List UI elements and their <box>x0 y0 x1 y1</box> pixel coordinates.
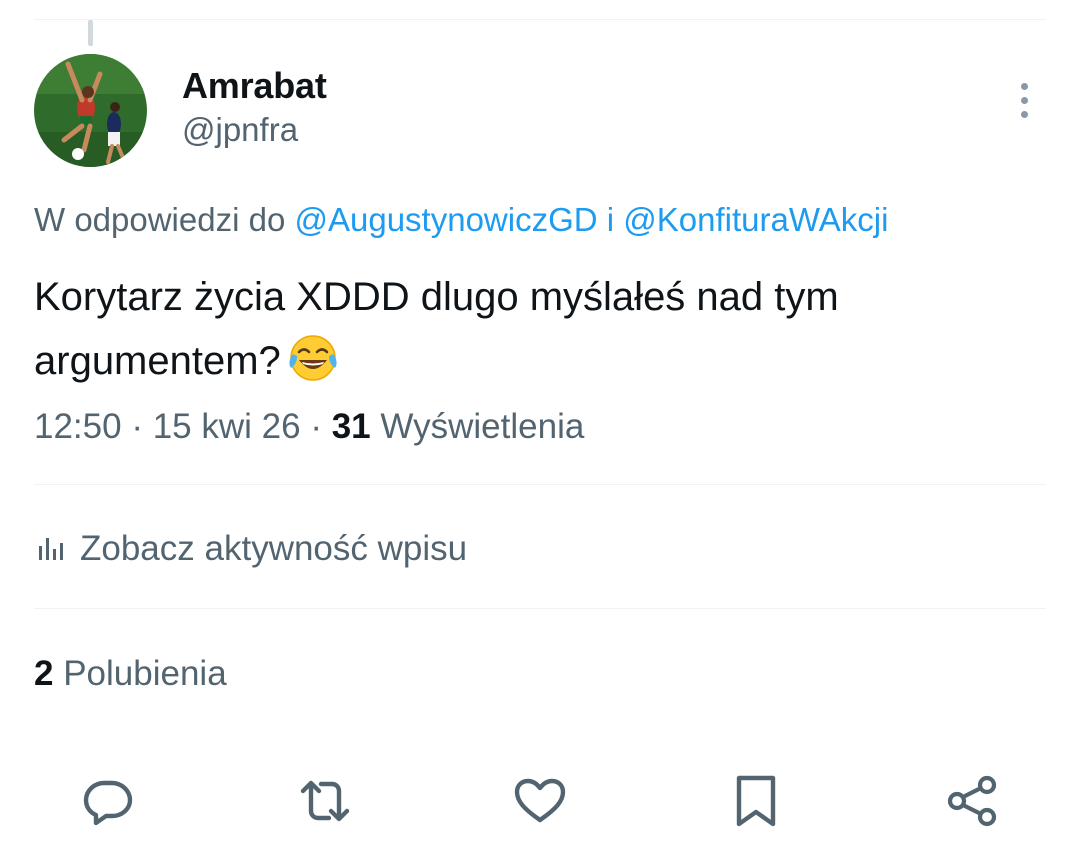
more-options-button[interactable] <box>1004 78 1044 122</box>
tweet-meta: 12:50 · 15 kwi 26 · 31 Wyświetlenia <box>34 402 584 452</box>
avatar[interactable] <box>34 54 147 167</box>
avatar-image <box>34 54 147 167</box>
heart-icon <box>512 773 568 834</box>
likes-label: Polubienia <box>63 654 227 693</box>
divider <box>34 484 1046 485</box>
retweet-button[interactable] <box>293 772 357 834</box>
divider <box>34 608 1046 609</box>
meta-separator: · <box>131 407 143 446</box>
reply-prefix: W odpowiedzi do <box>34 201 286 238</box>
tweet-text-line-2: argumentem? <box>34 329 1034 403</box>
reply-mention-link[interactable]: @AugustynowiczGD <box>294 201 597 238</box>
thread-connector-line <box>88 20 93 46</box>
reply-joiner: i <box>606 201 615 238</box>
top-divider <box>34 19 1046 20</box>
reply-mention-link[interactable]: @KonfituraWAkcji <box>623 201 888 238</box>
views-count: 31 <box>331 407 371 446</box>
action-bar <box>76 772 1004 834</box>
reply-icon <box>80 773 136 834</box>
tweet-text-line: Korytarz życia XDDD dlugo myślałeś nad t… <box>34 275 839 319</box>
view-activity-link[interactable]: Zobacz aktywność wpisu <box>34 524 467 574</box>
author-display-name[interactable]: Amrabat <box>182 64 327 108</box>
analytics-bars-icon <box>34 532 68 566</box>
author-handle[interactable]: @jpnfra <box>182 108 327 152</box>
likes-count: 2 <box>34 654 54 693</box>
reply-context: W odpowiedzi do @AugustynowiczGD i @Konf… <box>34 196 888 244</box>
view-activity-label: Zobacz aktywność wpisu <box>80 529 468 568</box>
author-block[interactable]: Amrabat @jpnfra <box>182 64 327 152</box>
reply-button[interactable] <box>76 772 140 834</box>
face-with-tears-of-joy-icon <box>287 332 339 403</box>
tweet-time[interactable]: 12:50 <box>34 407 122 446</box>
share-button[interactable] <box>940 772 1004 834</box>
share-icon <box>943 772 1001 835</box>
retweet-icon <box>295 773 355 834</box>
tweet-date[interactable]: 15 kwi 26 <box>153 407 301 446</box>
more-dot-icon <box>1020 110 1028 118</box>
bookmark-icon <box>731 772 781 835</box>
tweet-text: Korytarz życia XDDD dlugo myślałeś nad t… <box>34 265 1034 403</box>
views-label: Wyświetlenia <box>380 407 585 446</box>
tweet-text-line: argumentem? <box>34 339 281 383</box>
meta-separator: · <box>310 407 322 446</box>
like-button[interactable] <box>508 772 572 834</box>
more-dot-icon <box>1020 96 1028 104</box>
more-dot-icon <box>1020 82 1028 90</box>
bookmark-button[interactable] <box>724 772 788 834</box>
likes-summary[interactable]: 2 Polubienia <box>34 649 227 699</box>
